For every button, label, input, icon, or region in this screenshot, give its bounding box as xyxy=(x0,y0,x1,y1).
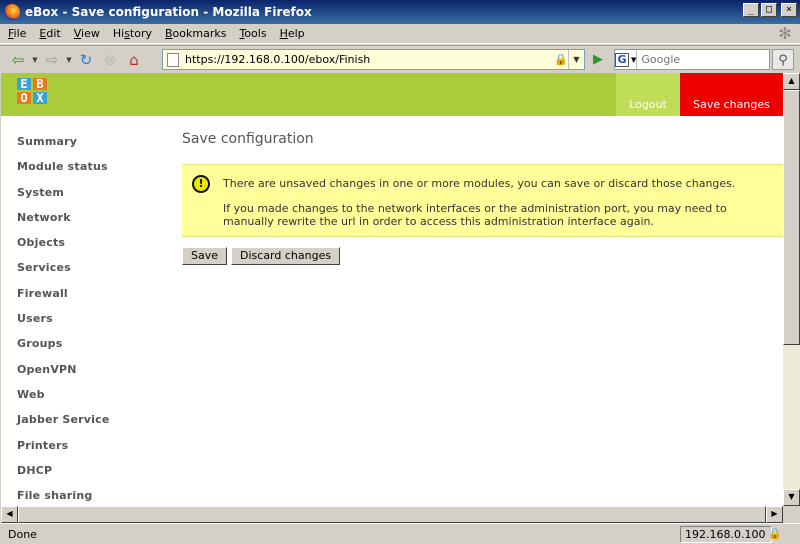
ebox-logo[interactable]: E B O X xyxy=(15,76,65,114)
horizontal-scroll-thumb[interactable] xyxy=(18,506,766,523)
url-dropdown-button[interactable]: ▼ xyxy=(568,50,584,69)
logo-letter-b: B xyxy=(33,78,47,90)
notice-message: There are unsaved changes in one or more… xyxy=(223,177,736,190)
main-content: Save configuration ! There are unsaved c… xyxy=(182,131,783,265)
forward-history-dropdown[interactable]: ▼ xyxy=(64,56,74,64)
sidebar-item-openvpn[interactable]: OpenVPN xyxy=(17,363,167,388)
sidebar-item-firewall[interactable]: Firewall xyxy=(17,287,167,312)
logo-letter-o: O xyxy=(17,92,31,104)
menu-history[interactable]: History xyxy=(108,27,157,40)
menu-bookmarks[interactable]: Bookmarks xyxy=(160,27,231,40)
scroll-left-button[interactable]: ◀ xyxy=(1,506,18,523)
go-button[interactable]: ▶ xyxy=(589,49,607,70)
sidebar-menu: Summary Module status System Network Obj… xyxy=(17,135,167,506)
window-titlebar: eBox - Save configuration - Mozilla Fire… xyxy=(0,0,800,24)
reload-button[interactable]: ↻ xyxy=(74,49,98,71)
sidebar-item-file-sharing[interactable]: File sharing xyxy=(17,489,167,506)
lock-icon[interactable]: 🔒 xyxy=(554,53,568,66)
status-bar: Done 192.168.0.100 🔒 xyxy=(0,523,800,544)
menu-tools[interactable]: Tools xyxy=(234,27,271,40)
sidebar-item-summary[interactable]: Summary xyxy=(17,135,167,160)
search-button[interactable]: ⚲ xyxy=(772,49,794,70)
menu-edit[interactable]: Edit xyxy=(34,27,65,40)
window-title: eBox - Save configuration - Mozilla Fire… xyxy=(25,5,312,19)
vertical-scroll-thumb[interactable] xyxy=(783,90,800,345)
minimize-button[interactable]: _ xyxy=(743,3,759,17)
maximize-button[interactable]: □ xyxy=(761,3,777,17)
save-button[interactable]: Save xyxy=(182,247,228,265)
security-lock-icon[interactable]: 🔒 xyxy=(768,527,782,540)
page-icon xyxy=(167,52,179,67)
stop-button[interactable]: ⊗ xyxy=(98,49,122,71)
home-button[interactable]: ⌂ xyxy=(122,49,146,71)
scroll-down-button[interactable]: ▼ xyxy=(783,489,800,506)
status-text: Done xyxy=(8,528,37,541)
unsaved-changes-notice: ! There are unsaved changes in one or mo… xyxy=(182,164,783,237)
sidebar-item-web[interactable]: Web xyxy=(17,388,167,413)
horizontal-scrollbar[interactable]: ◀ ▶ xyxy=(1,506,783,523)
status-host[interactable]: 192.168.0.100 xyxy=(680,526,772,543)
vertical-scrollbar[interactable]: ▲ ▼ xyxy=(783,73,800,506)
back-history-dropdown[interactable]: ▼ xyxy=(30,56,40,64)
google-icon: G xyxy=(615,52,629,67)
sidebar-item-jabber-service[interactable]: Jabber Service xyxy=(17,413,167,438)
logo-letter-x: X xyxy=(33,92,47,104)
scroll-up-button[interactable]: ▲ xyxy=(783,73,800,90)
search-input[interactable] xyxy=(637,53,787,66)
discard-changes-button[interactable]: Discard changes xyxy=(231,247,341,265)
close-button[interactable]: × xyxy=(781,3,797,17)
sidebar-item-groups[interactable]: Groups xyxy=(17,337,167,362)
throbber-icon: ✻ xyxy=(778,24,792,43)
window-controls: _ □ × xyxy=(743,3,797,17)
sidebar-item-printers[interactable]: Printers xyxy=(17,439,167,464)
notice-hint: If you made changes to the network inter… xyxy=(223,202,727,228)
firefox-icon xyxy=(4,4,20,20)
warning-icon: ! xyxy=(192,175,210,193)
action-buttons: Save Discard changes xyxy=(182,247,341,265)
sidebar-item-users[interactable]: Users xyxy=(17,312,167,337)
sidebar-item-network[interactable]: Network xyxy=(17,211,167,236)
page-viewport: E B O X Logout Save changes Summary Modu… xyxy=(1,73,783,506)
sidebar-item-objects[interactable]: Objects xyxy=(17,236,167,261)
menu-help[interactable]: Help xyxy=(275,27,310,40)
scrollbar-corner xyxy=(783,506,800,523)
save-changes-link[interactable]: Save changes xyxy=(680,73,783,116)
scroll-right-button[interactable]: ▶ xyxy=(766,506,783,523)
menu-file[interactable]: File xyxy=(3,27,31,40)
menu-view[interactable]: View xyxy=(69,27,105,40)
forward-button[interactable]: ⇨ xyxy=(40,49,64,71)
logo-letter-e: E xyxy=(17,78,31,90)
page-title: Save configuration xyxy=(182,131,314,147)
back-button[interactable]: ⇦ xyxy=(6,49,30,71)
sidebar-item-services[interactable]: Services xyxy=(17,261,167,286)
search-engine-selector[interactable]: G ▼ xyxy=(615,50,638,69)
chevron-down-icon: ▼ xyxy=(631,55,637,64)
sidebar-item-module-status[interactable]: Module status xyxy=(17,160,167,185)
sidebar-item-dhcp[interactable]: DHCP xyxy=(17,464,167,489)
menu-bar: File Edit View History Bookmarks Tools H… xyxy=(0,24,800,44)
search-box[interactable]: G ▼ xyxy=(614,49,787,70)
logout-link[interactable]: Logout xyxy=(616,73,680,116)
sidebar-item-system[interactable]: System xyxy=(17,186,167,211)
url-bar[interactable]: https://192.168.0.100/ebox/Finish 🔒 ▼ xyxy=(162,49,585,70)
url-text[interactable]: https://192.168.0.100/ebox/Finish xyxy=(185,53,554,66)
